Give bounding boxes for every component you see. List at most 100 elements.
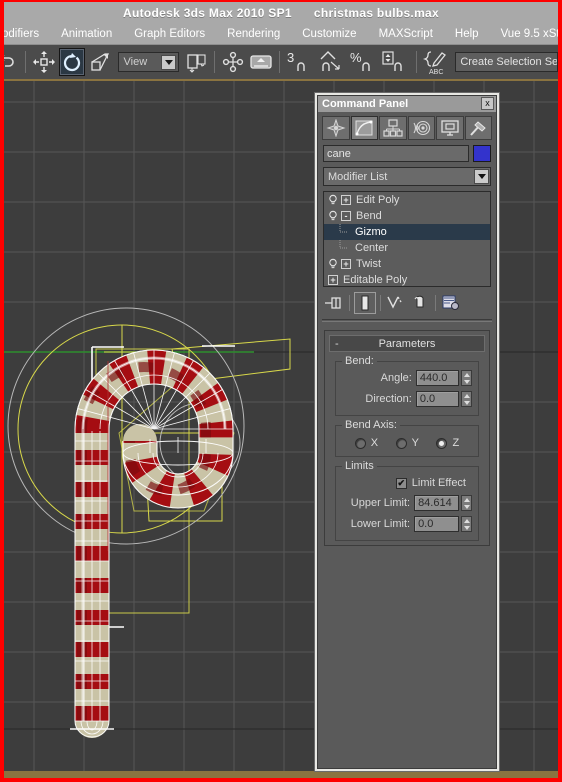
hierarchy-tab[interactable]: [379, 116, 407, 140]
limit-effect-checkbox[interactable]: ✔: [395, 477, 407, 489]
named-selection-set-input[interactable]: Create Selection Set: [455, 52, 558, 72]
app-title-text: Autodesk 3ds Max 2010 SP1: [122, 6, 292, 20]
remove-modifier-icon[interactable]: [409, 292, 431, 314]
rollout-header[interactable]: - Parameters: [329, 335, 485, 352]
direction-label: Direction:: [365, 393, 412, 405]
menu-item-rendering[interactable]: Rendering: [216, 26, 291, 42]
lower-limit-input[interactable]: 0.0: [414, 516, 460, 532]
stack-item-bend[interactable]: - Bend: [324, 208, 490, 224]
align-icon[interactable]: [248, 48, 274, 76]
radio-dot[interactable]: [395, 437, 407, 449]
radio-dot[interactable]: [354, 437, 366, 449]
stack-item-twist[interactable]: + Twist: [324, 256, 490, 272]
menu-item-maxscript[interactable]: MAXScript: [368, 26, 444, 42]
command-panel-title: Command Panel: [322, 98, 409, 110]
bend-axis-y-radio[interactable]: Y: [395, 437, 419, 449]
pin-stack-icon[interactable]: [323, 292, 345, 314]
file-name-text: christmas bulbs.max: [313, 6, 439, 20]
light-bulb-icon[interactable]: [327, 258, 339, 270]
command-panel-titlebar[interactable]: Command Panel x: [318, 96, 496, 112]
chevron-down-icon[interactable]: [161, 55, 177, 70]
coordinate-system-value: View: [123, 56, 148, 68]
angle-spinner[interactable]: [461, 370, 472, 386]
percent-snap-toggle-icon[interactable]: %: [349, 48, 379, 76]
select-move-icon[interactable]: [31, 48, 57, 76]
menu-item-animation[interactable]: Animation: [50, 26, 123, 42]
snaps-toggle-icon[interactable]: 3: [285, 48, 315, 76]
spinner-snap-toggle-icon[interactable]: [381, 48, 411, 76]
select-rotate-icon[interactable]: [59, 48, 86, 76]
expand-toggle[interactable]: +: [328, 275, 338, 285]
make-unique-icon[interactable]: [385, 292, 407, 314]
lower-limit-spinner[interactable]: [461, 516, 472, 532]
object-name-row: cane: [318, 142, 496, 164]
angle-snap-toggle-icon[interactable]: [317, 48, 347, 76]
bend-axis-z-radio[interactable]: Z: [436, 437, 459, 449]
expand-toggle[interactable]: +: [341, 259, 351, 269]
toolbar-separator: [416, 51, 418, 73]
limits-group-legend: Limits: [342, 460, 377, 472]
stack-item-gizmo[interactable]: Gizmo: [324, 224, 490, 240]
stack-item-label: Editable Poly: [343, 274, 408, 286]
undo-icon[interactable]: [4, 48, 20, 76]
upper-limit-row: Upper Limit: 84.614: [342, 495, 472, 511]
object-color-swatch[interactable]: [473, 145, 491, 162]
angle-field-row: Angle: 440.0: [342, 370, 472, 386]
configure-modifier-sets-icon[interactable]: [440, 292, 462, 314]
object-name-input[interactable]: cane: [323, 145, 469, 162]
app-frame: Autodesk 3ds Max 2010 SP1 christmas bulbs…: [4, 2, 558, 778]
menu-item-help[interactable]: Help: [444, 26, 490, 42]
lower-limit-value: 0.0: [418, 518, 434, 530]
panel-divider: [322, 319, 492, 322]
stack-item-editable-poly[interactable]: + Editable Poly: [324, 272, 490, 286]
upper-limit-spinner[interactable]: [461, 495, 472, 511]
utilities-tab[interactable]: [464, 116, 492, 140]
radio-dot-selected[interactable]: [436, 437, 448, 449]
upper-limit-input[interactable]: 84.614: [414, 495, 460, 511]
stack-item-center[interactable]: Center: [324, 240, 490, 256]
rollout-collapse-glyph[interactable]: -: [335, 338, 339, 350]
modify-tab[interactable]: [350, 116, 378, 140]
close-icon[interactable]: x: [481, 97, 494, 110]
create-tab[interactable]: [322, 116, 350, 140]
limit-effect-row[interactable]: ✔ Limit Effect: [342, 477, 472, 489]
toolbar-separator: [25, 51, 27, 73]
angle-label: Angle:: [380, 372, 412, 384]
menu-item-vue-xstream[interactable]: Vue 9.5 xStream: [490, 26, 558, 42]
motion-tab[interactable]: [407, 116, 435, 140]
bend-axis-group: Bend Axis: X Y Z: [335, 419, 479, 457]
display-icon: [441, 120, 459, 136]
reference-coordinate-system-dropdown[interactable]: View: [117, 52, 180, 72]
expand-toggle[interactable]: +: [341, 195, 351, 205]
stack-item-edit-poly[interactable]: + Edit Poly: [324, 192, 490, 208]
direction-spinner[interactable]: [461, 391, 472, 407]
rollout-title: Parameters: [378, 337, 436, 350]
modifier-list-label: Modifier List: [328, 170, 388, 183]
select-and-manipulate-icon[interactable]: [220, 48, 246, 76]
command-panel-window[interactable]: Command Panel x cane Modifier List + Edi…: [314, 92, 500, 772]
menu-item-modifiers[interactable]: odifiers: [4, 26, 50, 42]
collapse-toggle[interactable]: -: [341, 211, 351, 221]
use-pivot-point-center-icon[interactable]: [183, 48, 209, 76]
select-scale-icon[interactable]: [87, 48, 113, 76]
light-bulb-icon[interactable]: [327, 194, 339, 206]
direction-input[interactable]: 0.0: [415, 391, 460, 407]
svg-text:%: %: [350, 50, 362, 65]
bend-axis-x-radio[interactable]: X: [354, 437, 378, 449]
display-tab[interactable]: [436, 116, 464, 140]
menu-item-customize[interactable]: Customize: [291, 26, 367, 42]
chevron-down-icon[interactable]: [474, 169, 489, 184]
show-end-result-icon[interactable]: [354, 292, 376, 314]
bend-axis-z-label: Z: [452, 437, 460, 449]
named-selection-sets-icon[interactable]: ABC: [422, 48, 450, 76]
menu-item-graph-editors[interactable]: Graph Editors: [123, 26, 216, 42]
light-bulb-icon[interactable]: [327, 210, 339, 222]
star-icon: [326, 119, 346, 137]
angle-input[interactable]: 440.0: [415, 370, 460, 386]
hierarchy-icon: [383, 119, 403, 137]
modifier-list-dropdown[interactable]: Modifier List: [323, 167, 491, 186]
window-title: Autodesk 3ds Max 2010 SP1 christmas bulbs…: [123, 6, 439, 20]
toolbar-separator: [214, 51, 216, 73]
bend-axis-radio-row: X Y Z: [342, 435, 472, 449]
modifier-stack-list[interactable]: + Edit Poly - Bend Gizmo Center + Twist …: [323, 191, 491, 287]
